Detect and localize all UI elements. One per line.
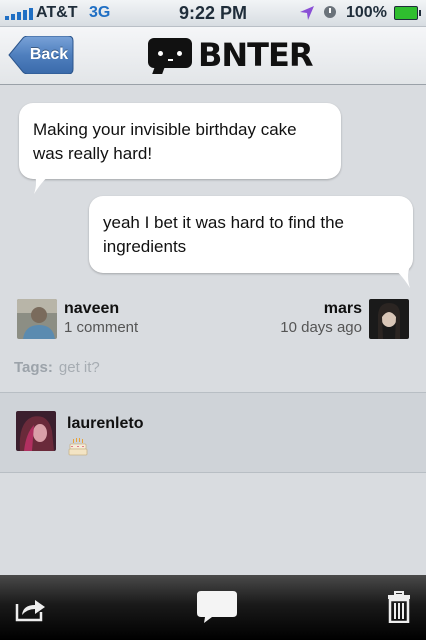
status-bar: AT&T 3G 9:22 PM 100% bbox=[0, 0, 426, 27]
comment-item[interactable]: laurenleto bbox=[0, 393, 426, 473]
comment-icon[interactable] bbox=[196, 590, 238, 624]
author-name[interactable]: naveen bbox=[64, 300, 119, 318]
avatar-naveen[interactable] bbox=[17, 299, 57, 339]
tags-label: Tags: bbox=[14, 359, 53, 376]
divider bbox=[0, 472, 426, 473]
logo-eye bbox=[158, 51, 163, 56]
avatar-image bbox=[16, 411, 56, 451]
back-button[interactable]: Back bbox=[8, 36, 74, 74]
avatar-laurenleto[interactable] bbox=[16, 411, 56, 451]
avatar-image bbox=[369, 299, 409, 339]
back-button-label: Back bbox=[29, 46, 69, 63]
message-bubble-right: yeah I bet it was hard to find the ingre… bbox=[89, 196, 413, 273]
bubble-tail-left bbox=[34, 172, 54, 194]
birthday-cake-icon bbox=[68, 438, 88, 456]
bubble-tail-right bbox=[390, 266, 410, 288]
alarm-clock-icon bbox=[324, 6, 336, 18]
logo-eye bbox=[177, 51, 182, 56]
tags-row: Tags: get it? bbox=[14, 359, 100, 376]
logo-bubble-tail bbox=[152, 64, 166, 74]
logo-mouth bbox=[168, 59, 173, 61]
message-bubble-left: Making your invisible birthday cake was … bbox=[19, 103, 341, 179]
battery-percent: 100% bbox=[346, 4, 387, 21]
battery-icon bbox=[394, 6, 421, 20]
author-name[interactable]: mars bbox=[324, 300, 362, 318]
post-timestamp: 10 days ago bbox=[280, 319, 362, 336]
bottom-toolbar bbox=[0, 575, 426, 640]
tag-link[interactable]: get it? bbox=[59, 359, 100, 376]
avatar-mars[interactable] bbox=[369, 299, 409, 339]
app-title: BNTER bbox=[198, 36, 313, 74]
share-icon[interactable] bbox=[15, 596, 47, 622]
speech-bubble-face-icon bbox=[148, 38, 192, 68]
message-text: Making your invisible birthday cake was … bbox=[33, 120, 297, 163]
trash-icon[interactable] bbox=[387, 591, 411, 623]
navigation-bar: Back BNTER bbox=[0, 27, 426, 85]
comment-author[interactable]: laurenleto bbox=[67, 415, 143, 433]
location-arrow-icon bbox=[300, 6, 314, 20]
comment-count[interactable]: 1 comment bbox=[64, 319, 138, 336]
avatar-image bbox=[17, 299, 57, 339]
message-text: yeah I bet it was hard to find the ingre… bbox=[103, 213, 344, 256]
